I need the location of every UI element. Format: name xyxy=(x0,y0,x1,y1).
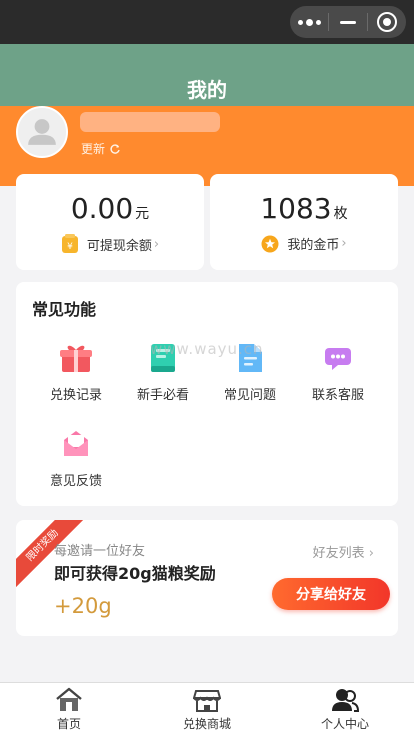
chevron-right-icon: › xyxy=(341,236,347,251)
svg-text:¥: ¥ xyxy=(67,242,73,252)
function-label: 意见反馈 xyxy=(49,474,102,489)
nav-bar: 我的 xyxy=(0,44,414,106)
refresh-button[interactable]: 更新 xyxy=(81,140,121,157)
coin-star-icon xyxy=(261,235,279,252)
blurred-username xyxy=(80,112,220,132)
avatar[interactable] xyxy=(16,106,68,158)
tab-label: 首页 xyxy=(56,717,81,731)
function-label: 常见问题 xyxy=(223,388,276,403)
withdrawable-balance-link[interactable]: ¥ 可提现余额 › xyxy=(16,234,204,254)
invite-subtitle: 每邀请一位好友 xyxy=(54,544,146,559)
my-coins-link[interactable]: 我的金币 › xyxy=(210,234,398,253)
gift-icon xyxy=(60,345,92,372)
tab-home[interactable]: 首页 xyxy=(0,683,138,736)
tab-label: 个人中心 xyxy=(320,717,369,731)
chevron-right-icon: › xyxy=(153,236,160,252)
minimize-button[interactable] xyxy=(329,6,367,38)
miniprogram-capsule xyxy=(290,6,406,38)
user-icon xyxy=(332,689,359,712)
share-to-friends-button[interactable]: 分享给好友 xyxy=(272,578,390,610)
coins-unit: 枚 xyxy=(333,206,348,222)
invite-card: 限时奖励 每邀请一位好友 即可获得20g猫粮奖励 +20g 好友列表 › 分享给… xyxy=(16,520,398,636)
envelope-icon xyxy=(64,431,88,456)
refresh-icon xyxy=(110,143,120,154)
tab-profile[interactable]: 个人中心 xyxy=(276,683,414,736)
friends-list-label: 好友列表 xyxy=(312,546,365,561)
status-bar xyxy=(0,0,414,44)
refresh-label: 更新 xyxy=(81,142,106,156)
tab-shop[interactable]: 兑换商城 xyxy=(138,683,276,736)
my-coins-label: 我的金币 xyxy=(287,238,340,253)
chat-icon xyxy=(325,348,351,370)
page-title: 我的 xyxy=(187,78,227,102)
balance-amount-row: 0.00 元 xyxy=(16,192,204,225)
function-customer-service[interactable]: 联系客服 xyxy=(292,338,384,403)
tab-label: 兑换商城 xyxy=(182,717,231,731)
function-label: 新手必看 xyxy=(136,388,189,403)
balance-amount: 0.00 xyxy=(70,192,134,225)
invite-points: +20g xyxy=(54,594,112,618)
more-dots-icon xyxy=(297,18,321,26)
minimize-icon xyxy=(340,20,356,24)
coins-amount: 1083 xyxy=(260,192,332,225)
function-label: 兑换记录 xyxy=(49,388,102,403)
close-button[interactable] xyxy=(368,6,406,38)
withdrawable-balance-label: 可提现余额 xyxy=(86,238,152,254)
friends-list-link[interactable]: 好友列表 › xyxy=(313,542,374,561)
coins-card[interactable]: 1083 枚 我的金币 › xyxy=(210,174,398,270)
balance-card[interactable]: 0.00 元 ¥ 可提现余额 › xyxy=(16,174,204,270)
watermark: www.wayu.cn xyxy=(150,340,264,358)
invite-title: 即可获得20g猫粮奖励 xyxy=(54,564,216,583)
close-target-icon xyxy=(377,12,397,32)
balance-unit: 元 xyxy=(135,206,150,222)
function-label: 联系客服 xyxy=(311,388,364,403)
coins-amount-row: 1083 枚 xyxy=(210,192,398,225)
wallet-icon: ¥ xyxy=(61,234,78,253)
tab-bar: 首页 兑换商城 个人中心 xyxy=(0,682,414,736)
default-avatar-icon xyxy=(18,108,66,156)
function-exchange-records[interactable]: 兑换记录 xyxy=(30,338,122,403)
functions-card: 常见功能 兑换记录 新手必看 常见问题 联系客服 意见反馈 xyxy=(16,282,398,506)
function-feedback[interactable]: 意见反馈 xyxy=(30,424,122,489)
home-icon xyxy=(56,687,82,711)
shop-icon xyxy=(193,690,221,712)
more-button[interactable] xyxy=(290,6,328,38)
chevron-right-icon: › xyxy=(368,546,374,561)
functions-title: 常见功能 xyxy=(32,300,97,319)
